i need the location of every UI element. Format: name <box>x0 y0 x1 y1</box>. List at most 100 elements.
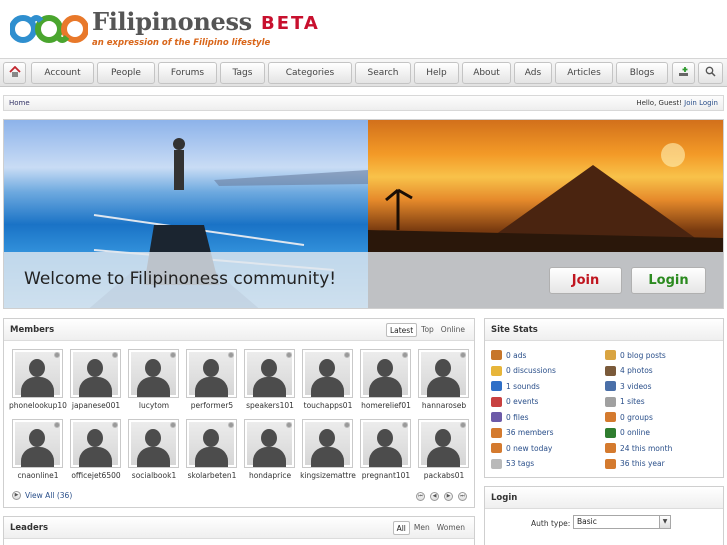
nav-categories[interactable]: Categories <box>268 62 352 84</box>
member-card[interactable]: lucytom <box>126 349 182 411</box>
first-page-icon[interactable]: ⏮ <box>416 492 425 501</box>
view-all-link[interactable]: ▶ View All (36) <box>12 491 72 500</box>
site-stat-item[interactable]: 36 members <box>491 426 554 440</box>
member-card[interactable]: socialbook1 <box>126 419 182 481</box>
site-title[interactable]: Filipinoness <box>92 7 252 36</box>
avatar[interactable] <box>360 349 411 398</box>
member-name[interactable]: cnaonline1 <box>8 471 68 480</box>
member-name[interactable]: socialbook1 <box>124 471 184 480</box>
avatar[interactable] <box>360 419 411 468</box>
avatar[interactable] <box>128 349 179 398</box>
site-stat-label[interactable]: 3 videos <box>620 382 652 391</box>
avatar[interactable] <box>128 419 179 468</box>
breadcrumb-home[interactable]: Home <box>9 99 30 107</box>
site-stat-item[interactable]: 3 videos <box>605 379 652 393</box>
site-stat-item[interactable]: 24 this month <box>605 441 672 455</box>
hero-login-button[interactable]: Login <box>631 267 706 294</box>
member-name[interactable]: kingsizemattre <box>298 471 358 480</box>
member-card[interactable]: skolarbeten1 <box>184 419 240 481</box>
nav-tags[interactable]: Tags <box>220 62 265 84</box>
hero-join-button[interactable]: Join <box>549 267 622 294</box>
member-name[interactable]: touchapps01 <box>298 401 358 410</box>
member-card[interactable]: performer5 <box>184 349 240 411</box>
site-stat-label[interactable]: 0 files <box>506 413 529 422</box>
next-page-icon[interactable]: ▶ <box>444 492 453 501</box>
member-card[interactable]: speakers101 <box>242 349 298 411</box>
site-stat-item[interactable]: 1 sounds <box>491 379 540 393</box>
member-name[interactable]: skolarbeten1 <box>182 471 242 480</box>
site-stat-label[interactable]: 0 online <box>620 428 650 437</box>
member-name[interactable]: performer5 <box>182 401 242 410</box>
avatar[interactable] <box>418 419 469 468</box>
leaders-tab-men[interactable]: Men <box>411 521 433 535</box>
member-card[interactable]: officejet6500 <box>68 419 124 481</box>
site-stat-label[interactable]: 36 this year <box>620 459 665 468</box>
member-card[interactable]: kingsizemattre <box>300 419 356 481</box>
avatar[interactable] <box>70 349 121 398</box>
avatar[interactable] <box>302 349 353 398</box>
leaders-tab-all[interactable]: All <box>392 521 410 535</box>
nav-account[interactable]: Account <box>31 62 94 84</box>
member-name[interactable]: packabs01 <box>414 471 474 480</box>
avatar[interactable] <box>186 349 237 398</box>
nav-help[interactable]: Help <box>414 62 459 84</box>
site-stat-label[interactable]: 36 members <box>506 428 554 437</box>
member-name[interactable]: lucytom <box>124 401 184 410</box>
nav-people[interactable]: People <box>97 62 155 84</box>
site-stat-label[interactable]: 0 discussions <box>506 366 556 375</box>
last-page-icon[interactable]: ⏭ <box>458 492 467 501</box>
nav-about[interactable]: About <box>462 62 511 84</box>
member-name[interactable]: officejet6500 <box>66 471 126 480</box>
member-name[interactable]: speakers101 <box>240 401 300 410</box>
avatar[interactable] <box>186 419 237 468</box>
member-card[interactable]: packabs01 <box>416 419 472 481</box>
nav-home-button[interactable] <box>3 62 26 84</box>
site-stat-item[interactable]: 0 groups <box>605 410 653 424</box>
site-stat-item[interactable]: 0 ads <box>491 348 526 362</box>
member-name[interactable]: phonelookup10 <box>8 401 68 410</box>
member-card[interactable]: cnaonline1 <box>10 419 66 481</box>
avatar[interactable] <box>302 419 353 468</box>
avatar[interactable] <box>12 349 63 398</box>
member-card[interactable]: touchapps01 <box>300 349 356 411</box>
site-stat-label[interactable]: 0 ads <box>506 351 526 360</box>
member-name[interactable]: pregnant101 <box>356 471 416 480</box>
nav-blogs[interactable]: Blogs <box>616 62 668 84</box>
prev-page-icon[interactable]: ◀ <box>430 492 439 501</box>
avatar[interactable] <box>244 419 295 468</box>
site-stat-item[interactable]: 0 new today <box>491 441 552 455</box>
site-stat-item[interactable]: 53 tags <box>491 457 534 471</box>
site-stat-item[interactable]: 0 online <box>605 426 650 440</box>
view-all-label[interactable]: View All (36) <box>25 491 72 500</box>
avatar[interactable] <box>418 349 469 398</box>
site-stat-label[interactable]: 0 blog posts <box>620 351 666 360</box>
site-stat-item[interactable]: 1 sites <box>605 395 645 409</box>
leaders-tab-women[interactable]: Women <box>434 521 468 535</box>
members-tab-online[interactable]: Online <box>438 323 468 337</box>
nav-forums[interactable]: Forums <box>158 62 217 84</box>
chevron-down-icon[interactable]: ▼ <box>659 516 670 528</box>
nav-articles[interactable]: Articles <box>555 62 613 84</box>
nav-add-button[interactable] <box>672 62 695 84</box>
site-stat-item[interactable]: 0 blog posts <box>605 348 666 362</box>
logo-icon[interactable] <box>9 9 89 49</box>
member-card[interactable]: pregnant101 <box>358 419 414 481</box>
member-card[interactable]: hannaroseb <box>416 349 472 411</box>
member-name[interactable]: hannaroseb <box>414 401 474 410</box>
site-stat-label[interactable]: 0 new today <box>506 444 552 453</box>
member-name[interactable]: hondaprice <box>240 471 300 480</box>
members-tab-latest[interactable]: Latest <box>385 323 418 337</box>
site-stat-label[interactable]: 0 groups <box>620 413 653 422</box>
member-card[interactable]: japanese001 <box>68 349 124 411</box>
avatar[interactable] <box>70 419 121 468</box>
avatar[interactable] <box>12 419 63 468</box>
site-stat-label[interactable]: 0 events <box>506 397 538 406</box>
site-stat-label[interactable]: 4 photos <box>620 366 653 375</box>
site-stat-label[interactable]: 1 sounds <box>506 382 540 391</box>
greeting-login-link[interactable]: Login <box>699 99 718 107</box>
member-card[interactable]: hondaprice <box>242 419 298 481</box>
site-stat-item[interactable]: 0 events <box>491 395 538 409</box>
greeting-join-link[interactable]: Join <box>684 99 697 107</box>
member-card[interactable]: phonelookup10 <box>8 349 68 411</box>
nav-ads[interactable]: Ads <box>514 62 552 84</box>
